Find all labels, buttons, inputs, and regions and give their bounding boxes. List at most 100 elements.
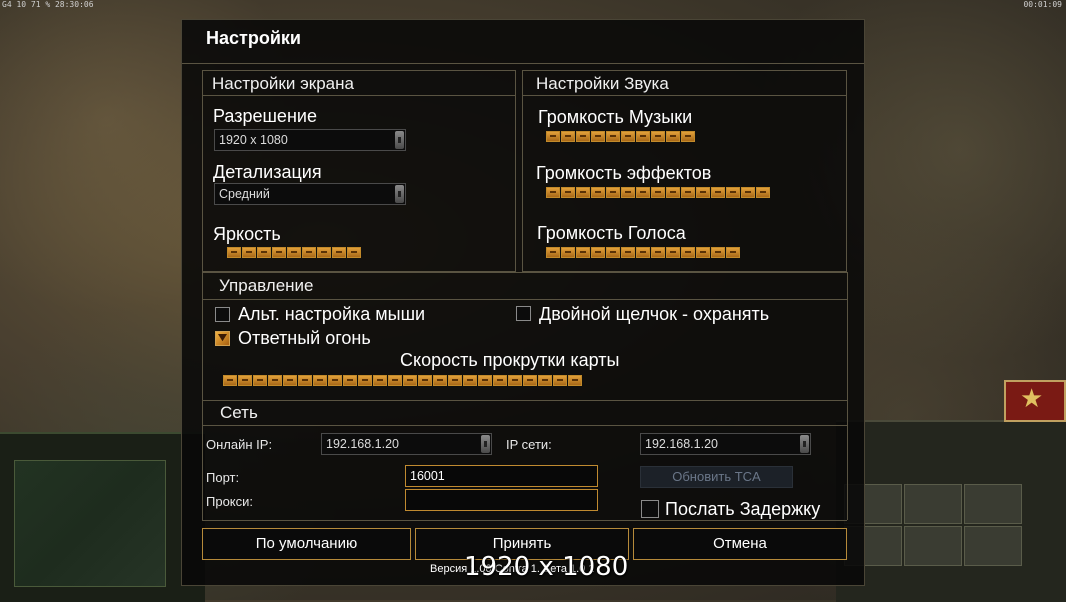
slider-segment[interactable]: [606, 131, 620, 142]
slider-segment[interactable]: [272, 247, 286, 258]
return-fire-checkbox[interactable]: [215, 331, 230, 346]
slider-segment[interactable]: [283, 375, 297, 386]
slider-segment[interactable]: [328, 375, 342, 386]
slider-segment[interactable]: [508, 375, 522, 386]
music-volume-slider[interactable]: [546, 131, 695, 142]
port-input[interactable]: 16001: [405, 465, 598, 487]
slider-segment[interactable]: [546, 131, 560, 142]
slider-segment[interactable]: [478, 375, 492, 386]
slider-segment[interactable]: [568, 375, 582, 386]
slider-segment[interactable]: [696, 187, 710, 198]
defaults-button[interactable]: По умолчанию: [202, 528, 411, 560]
slider-segment[interactable]: [561, 131, 575, 142]
online-ip-dropdown[interactable]: 192.168.1.20: [321, 433, 492, 455]
slider-segment[interactable]: [636, 247, 650, 258]
detail-dropdown[interactable]: Средний: [214, 183, 406, 205]
slider-segment[interactable]: [576, 131, 590, 142]
slider-segment[interactable]: [253, 375, 267, 386]
slider-segment[interactable]: [403, 375, 417, 386]
slider-segment[interactable]: [591, 187, 605, 198]
brightness-slider[interactable]: [227, 247, 361, 258]
double-click-checkbox[interactable]: [516, 306, 531, 321]
slider-segment[interactable]: [332, 247, 346, 258]
slider-segment[interactable]: [741, 187, 755, 198]
slider-segment[interactable]: [621, 187, 635, 198]
slider-segment[interactable]: [591, 131, 605, 142]
slider-segment[interactable]: [606, 247, 620, 258]
slider-segment[interactable]: [711, 247, 725, 258]
slider-segment[interactable]: [448, 375, 462, 386]
slider-segment[interactable]: [591, 247, 605, 258]
slider-segment[interactable]: [343, 375, 357, 386]
slider-segment[interactable]: [651, 187, 665, 198]
lan-ip-dropdown[interactable]: 192.168.1.20: [640, 433, 811, 455]
slider-segment[interactable]: [621, 247, 635, 258]
slider-segment[interactable]: [418, 375, 432, 386]
minimap[interactable]: [14, 460, 166, 587]
dropdown-arrow-icon[interactable]: [395, 131, 404, 149]
slider-segment[interactable]: [561, 187, 575, 198]
slider-segment[interactable]: [553, 375, 567, 386]
slider-segment[interactable]: [681, 131, 695, 142]
slider-segment[interactable]: [726, 247, 740, 258]
effects-volume-slider[interactable]: [546, 187, 770, 198]
slider-segment[interactable]: [666, 187, 680, 198]
slider-segment[interactable]: [651, 131, 665, 142]
slider-segment[interactable]: [313, 375, 327, 386]
slider-segment[interactable]: [523, 375, 537, 386]
build-slot[interactable]: [904, 526, 962, 566]
slider-segment[interactable]: [242, 247, 256, 258]
slider-segment[interactable]: [433, 375, 447, 386]
slider-segment[interactable]: [756, 187, 770, 198]
slider-segment[interactable]: [651, 247, 665, 258]
slider-segment[interactable]: [373, 375, 387, 386]
build-slot[interactable]: [964, 526, 1022, 566]
slider-segment[interactable]: [636, 131, 650, 142]
slider-segment[interactable]: [268, 375, 282, 386]
slider-segment[interactable]: [223, 375, 237, 386]
slider-segment[interactable]: [726, 187, 740, 198]
slider-segment[interactable]: [257, 247, 271, 258]
slider-segment[interactable]: [227, 247, 241, 258]
build-slot[interactable]: [964, 484, 1022, 524]
slider-segment[interactable]: [696, 247, 710, 258]
dropdown-arrow-icon[interactable]: [395, 185, 404, 203]
build-slot[interactable]: [904, 484, 962, 524]
send-delay-checkbox[interactable]: [641, 500, 659, 518]
slider-segment[interactable]: [358, 375, 372, 386]
slider-segment[interactable]: [347, 247, 361, 258]
slider-segment[interactable]: [388, 375, 402, 386]
general-rank-badge[interactable]: ★: [1004, 380, 1066, 422]
resolution-dropdown[interactable]: 1920 x 1080: [214, 129, 406, 151]
slider-segment[interactable]: [302, 247, 316, 258]
slider-segment[interactable]: [463, 375, 477, 386]
slider-segment[interactable]: [538, 375, 552, 386]
slider-segment[interactable]: [561, 247, 575, 258]
cancel-button[interactable]: Отмена: [633, 528, 847, 560]
update-tca-button[interactable]: Обновить TCA: [640, 466, 793, 488]
scroll-speed-slider[interactable]: [223, 375, 582, 386]
slider-segment[interactable]: [493, 375, 507, 386]
slider-segment[interactable]: [681, 247, 695, 258]
slider-segment[interactable]: [621, 131, 635, 142]
slider-segment[interactable]: [606, 187, 620, 198]
slider-segment[interactable]: [546, 247, 560, 258]
slider-segment[interactable]: [666, 247, 680, 258]
slider-segment[interactable]: [546, 187, 560, 198]
slider-segment[interactable]: [681, 187, 695, 198]
detail-label: Детализация: [213, 162, 322, 182]
slider-segment[interactable]: [287, 247, 301, 258]
slider-segment[interactable]: [576, 187, 590, 198]
slider-segment[interactable]: [298, 375, 312, 386]
slider-segment[interactable]: [576, 247, 590, 258]
slider-segment[interactable]: [711, 187, 725, 198]
alt-mouse-checkbox[interactable]: [215, 307, 230, 322]
dropdown-arrow-icon[interactable]: [481, 435, 490, 453]
slider-segment[interactable]: [666, 131, 680, 142]
proxy-input[interactable]: [405, 489, 598, 511]
slider-segment[interactable]: [238, 375, 252, 386]
dropdown-arrow-icon[interactable]: [800, 435, 809, 453]
slider-segment[interactable]: [317, 247, 331, 258]
voice-volume-slider[interactable]: [546, 247, 740, 258]
slider-segment[interactable]: [636, 187, 650, 198]
